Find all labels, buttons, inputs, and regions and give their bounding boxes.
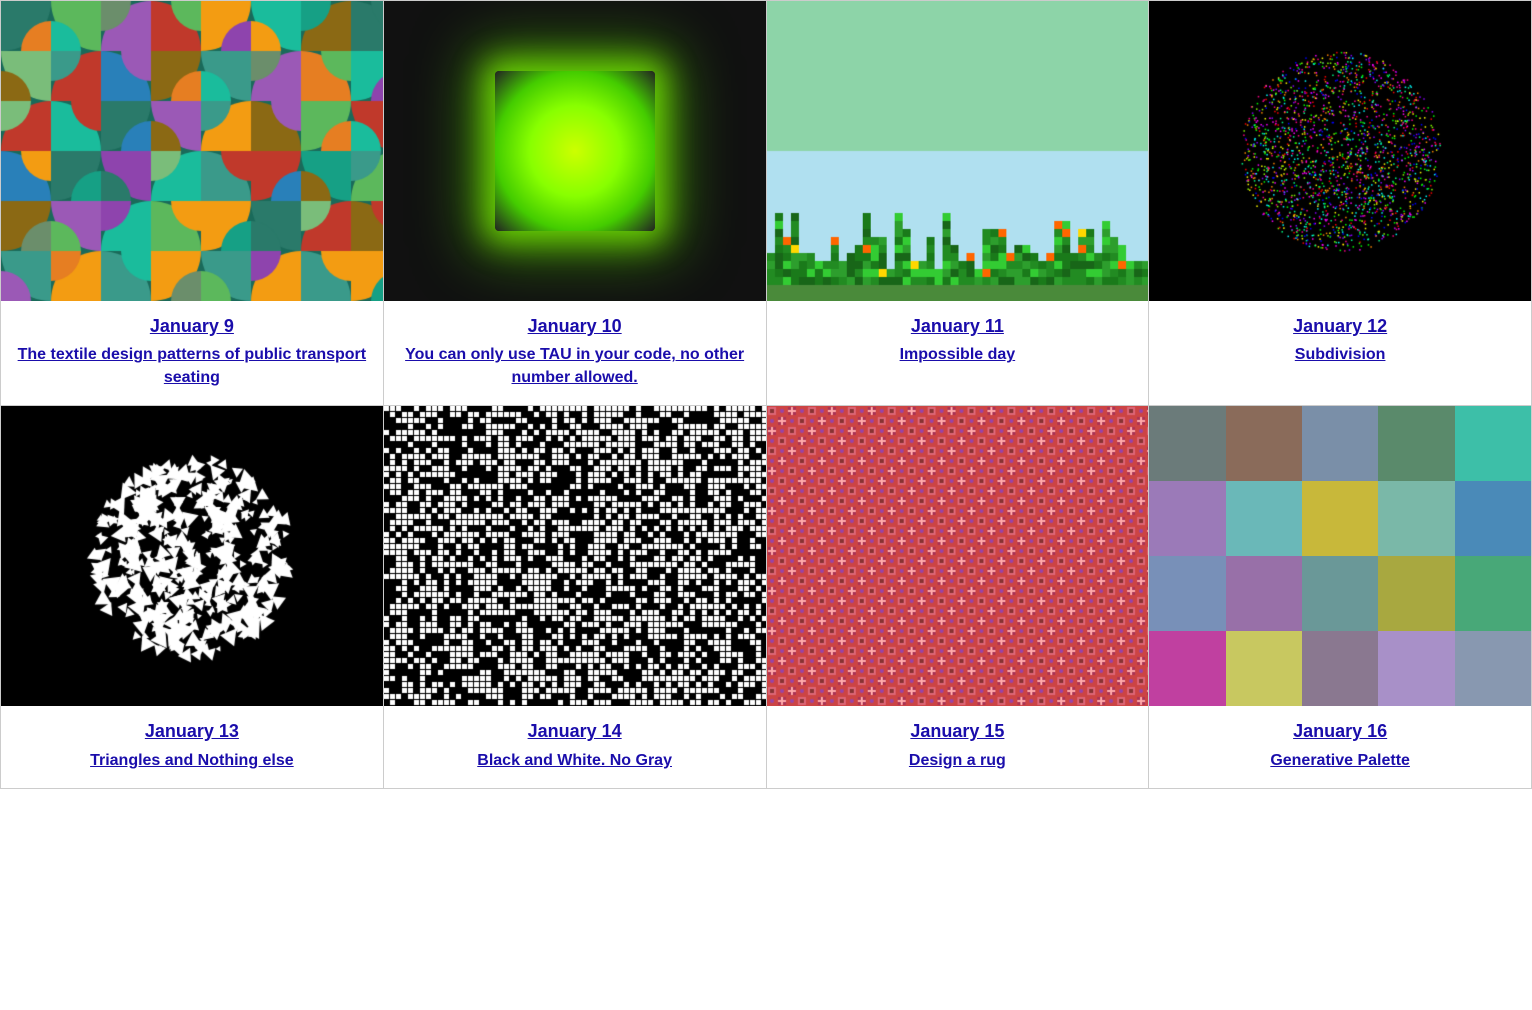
card-date-jan16[interactable]: January 16 (1283, 720, 1397, 743)
pixel-landscape-canvas (767, 1, 1149, 301)
card-jan16[interactable]: January 16 Generative Palette (1149, 406, 1532, 789)
card-title-jan16: Generative Palette (1260, 750, 1420, 772)
card-image-jan14 (384, 406, 766, 706)
palette-cell (1149, 406, 1225, 481)
palette-cell (1149, 631, 1225, 706)
palette-cell (1302, 481, 1378, 556)
palette-cell (1226, 631, 1302, 706)
card-title-jan13: Triangles and Nothing else (80, 750, 304, 772)
card-title-jan15: Design a rug (899, 750, 1016, 772)
particle-cluster-canvas (1149, 1, 1531, 301)
textile-canvas (1, 1, 383, 301)
card-title-jan12: Subdivision (1285, 344, 1396, 366)
palette-cell (1149, 556, 1225, 631)
card-jan9[interactable]: January 9 The textile design patterns of… (1, 1, 384, 406)
card-date-jan10[interactable]: January 10 (518, 315, 632, 338)
palette-cell (1226, 481, 1302, 556)
card-jan10[interactable]: January 10 You can only use TAU in your … (384, 1, 767, 406)
card-jan15[interactable]: January 15 Design a rug (767, 406, 1150, 789)
card-image-jan10 (384, 1, 766, 301)
card-title-jan11: Impossible day (890, 344, 1026, 366)
card-title-jan10: You can only use TAU in your code, no ot… (384, 344, 766, 389)
palette-cell (1149, 481, 1225, 556)
card-image-jan16 (1149, 406, 1531, 706)
palette-cell (1378, 406, 1454, 481)
palette-cell (1455, 406, 1531, 481)
glowing-square (495, 71, 655, 231)
palette-cell (1378, 631, 1454, 706)
card-image-jan11 (767, 1, 1149, 301)
card-date-jan11[interactable]: January 11 (901, 315, 1014, 338)
card-jan11[interactable]: January 11 Impossible day (767, 1, 1150, 406)
palette-cell (1226, 556, 1302, 631)
palette-cell (1455, 631, 1531, 706)
palette-cell (1302, 556, 1378, 631)
palette-cell (1455, 481, 1531, 556)
card-date-jan13[interactable]: January 13 (135, 720, 249, 743)
palette-cell (1302, 406, 1378, 481)
gallery-grid: January 9 The textile design patterns of… (0, 0, 1532, 789)
palette-cell (1378, 556, 1454, 631)
card-title-jan9: The textile design patterns of public tr… (1, 344, 383, 389)
card-date-jan12[interactable]: January 12 (1283, 315, 1397, 338)
card-jan12[interactable]: January 12 Subdivision (1149, 1, 1532, 406)
card-image-jan13 (1, 406, 383, 706)
palette-grid (1149, 406, 1531, 706)
triangle-cluster-canvas (1, 406, 383, 706)
rug-canvas (767, 406, 1149, 706)
glowing-square-bg (384, 1, 766, 301)
card-title-jan14: Black and White. No Gray (467, 750, 682, 772)
card-date-jan9[interactable]: January 9 (140, 315, 244, 338)
palette-cell (1226, 406, 1302, 481)
card-jan13[interactable]: January 13 Triangles and Nothing else (1, 406, 384, 789)
card-image-jan12 (1149, 1, 1531, 301)
palette-cell (1378, 481, 1454, 556)
bw-pattern-canvas (384, 406, 766, 706)
palette-cell (1302, 631, 1378, 706)
card-date-jan15[interactable]: January 15 (900, 720, 1014, 743)
card-image-jan9 (1, 1, 383, 301)
card-jan14[interactable]: January 14 Black and White. No Gray (384, 406, 767, 789)
card-image-jan15 (767, 406, 1149, 706)
card-date-jan14[interactable]: January 14 (518, 720, 632, 743)
palette-cell (1455, 556, 1531, 631)
